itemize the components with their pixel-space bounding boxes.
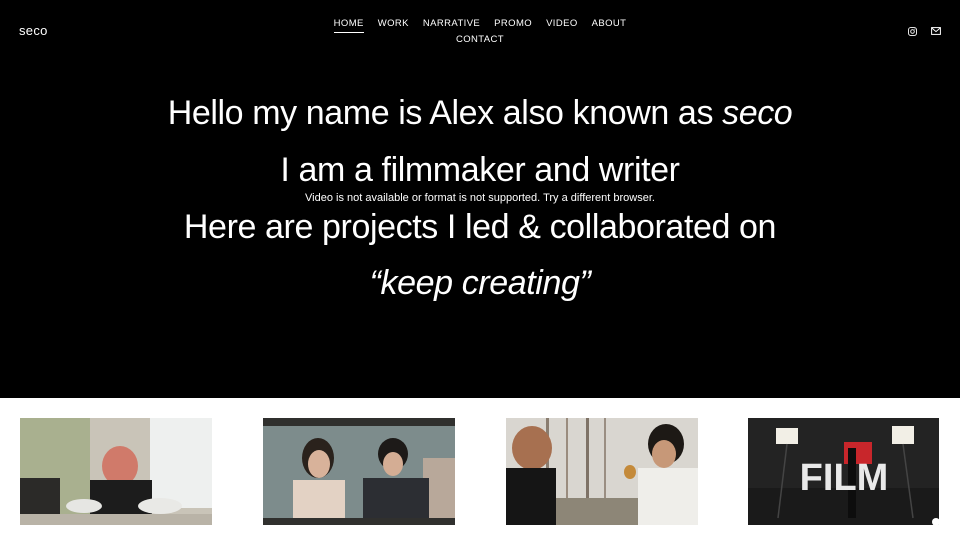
project-gallery: FILM xyxy=(0,398,960,540)
nav-item-promo[interactable]: PROMO xyxy=(494,17,532,33)
film-sign-text: FILM xyxy=(800,457,889,499)
hero-headline-role: I am a filmmaker and writer xyxy=(280,151,680,189)
project-thumbnail-1[interactable] xyxy=(20,418,212,525)
instagram-icon[interactable] xyxy=(906,25,918,37)
nav-item-work[interactable]: WORK xyxy=(378,17,409,33)
hero-headline-projects: Here are projects I led & collaborated o… xyxy=(183,208,777,246)
mail-icon[interactable] xyxy=(930,25,942,37)
nav-item-narrative[interactable]: NARRATIVE xyxy=(423,17,480,33)
hero-headline-intro-text: Hello my name is Alex also known as xyxy=(167,94,723,132)
hero-section: seco HOME WORK NARRATIVE PROMO VIDEO ABO… xyxy=(0,0,960,398)
project-thumbnail-4[interactable]: FILM xyxy=(748,418,939,525)
nav-item-video[interactable]: VIDEO xyxy=(546,17,578,33)
project-thumbnail-2[interactable] xyxy=(263,418,455,525)
hero-headline-alias: seco xyxy=(722,94,793,132)
hero-tagline: “keep creating” xyxy=(369,264,591,302)
scroll-indicator-dot[interactable] xyxy=(932,518,940,526)
nav-item-contact[interactable]: CONTACT xyxy=(456,33,504,48)
nav-row-2: CONTACT xyxy=(340,33,620,48)
hero-headline-intro: Hello my name is Alex also known as seco xyxy=(0,94,960,133)
nav-row-1: HOME WORK NARRATIVE PROMO VIDEO ABOUT xyxy=(333,17,626,33)
nav-item-about[interactable]: ABOUT xyxy=(592,17,627,33)
nav-item-home[interactable]: HOME xyxy=(333,17,364,33)
video-unavailable-message: Video is not available or format is not … xyxy=(305,192,655,204)
main-nav: HOME WORK NARRATIVE PROMO VIDEO ABOUT CO… xyxy=(333,17,626,48)
site-logo[interactable]: seco xyxy=(19,23,48,38)
project-thumbnail-3[interactable] xyxy=(506,418,698,525)
